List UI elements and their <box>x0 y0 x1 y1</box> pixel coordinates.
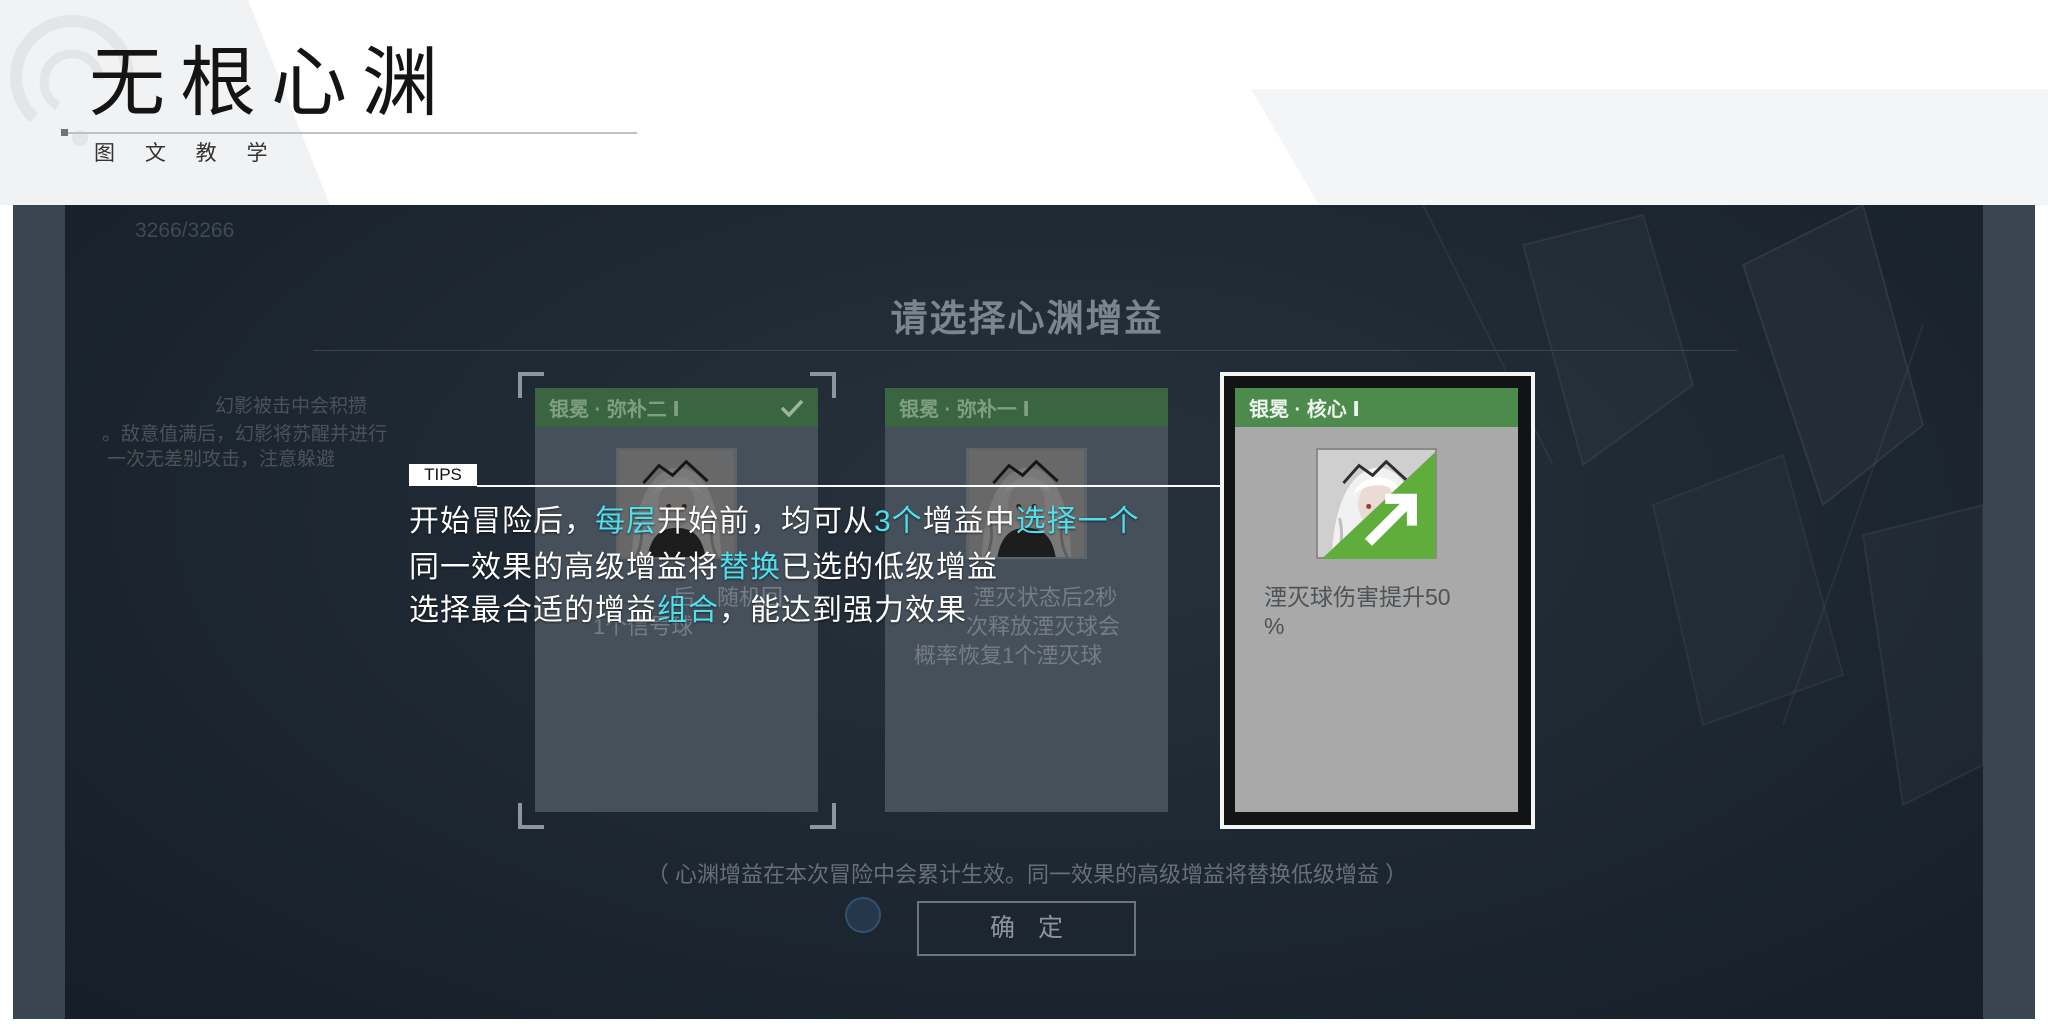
tips-text-segment: 已选的低级增益 <box>781 551 998 584</box>
confirm-button[interactable]: 确 定 <box>917 901 1136 956</box>
description-line: 湮灭球伤害提升50 <box>1264 584 1451 610</box>
buff-card-highlighted[interactable]: 银冕 · 核心 Ⅰ 湮灭球伤害提升50 % <box>1235 388 1518 812</box>
description-line: % <box>1264 613 1285 639</box>
tips-line: 开始冒险后， 每层 开始前，均可从 3个 增益中 选择一个 <box>409 504 1140 540</box>
tips-line: 同一效果的高级增益将 替换 已选的低级增益 <box>409 550 998 586</box>
buff-card-description: 湮灭球伤害提升50 % <box>1264 583 1519 641</box>
ghost-circle-icon <box>845 897 881 933</box>
tips-text-segment: 开始冒险后， <box>409 505 595 538</box>
buff-card-title: 银冕 · 核心 Ⅰ <box>1249 399 1360 421</box>
tips-pointer-line <box>477 485 1220 487</box>
buff-card-header: 银冕 · 弥补二 Ⅰ <box>535 388 818 427</box>
page-title: 无根心渊 <box>89 41 453 126</box>
tips-label: TIPS <box>409 464 477 486</box>
side-hint-line: 。敌意值满后，幻影将苏醒并进行 <box>102 424 388 445</box>
buff-rule-note: （ 心渊增益在本次冒险中会累计生效。同一效果的高级增益将替换低级增益 ） <box>646 862 1408 887</box>
buff-select-title: 请选择心渊增益 <box>890 298 1164 339</box>
tips-text-segment: 替换 <box>719 551 781 584</box>
tips-text-segment: 同一效果的高级增益将 <box>409 551 719 584</box>
buff-card-title: 银冕 · 弥补二 Ⅰ <box>549 399 680 421</box>
title-divider-marker <box>61 129 68 136</box>
tips-line: 选择最合适的增益 组合 ，能达到强力效果 <box>409 593 967 629</box>
hp-readout: 3266/3266 <box>135 219 235 242</box>
page-subtitle: 图 文 教 学 <box>94 142 280 165</box>
description-line: 概率恢复1个湮灭球 <box>914 643 1103 668</box>
tips-text-segment: 每层 <box>595 505 657 538</box>
tips-text-segment: 开始前，均可从 <box>657 505 874 538</box>
buff-card-header: 银冕 · 弥补一 Ⅰ <box>885 388 1168 427</box>
tips-text-segment: ，能达到强力效果 <box>719 594 967 627</box>
upgrade-arrow-icon <box>1321 452 1436 559</box>
tips-text-segment: 选择一个 <box>1015 505 1140 538</box>
title-divider <box>65 132 637 134</box>
check-icon <box>780 398 804 418</box>
tips-text-segment: 3个 <box>874 505 923 538</box>
tips-text-segment: 增益中 <box>922 505 1016 538</box>
description-line: 湮灭状态后2秒 <box>973 585 1118 610</box>
side-hint-line: 幻影被击中会积攒 <box>215 396 368 417</box>
description-line: 次释放湮灭球会 <box>966 614 1121 639</box>
buff-select-divider <box>313 350 1737 351</box>
buff-card-title: 银冕 · 弥补一 Ⅰ <box>899 399 1030 421</box>
portrait-icon <box>1316 448 1437 559</box>
side-hint-line: 一次无差别攻击，注意躲避 <box>107 449 336 470</box>
tips-text-segment: 选择最合适的增益 <box>409 594 657 627</box>
buff-card-header: 银冕 · 核心 Ⅰ <box>1235 388 1518 427</box>
tips-text-segment: 组合 <box>657 594 719 627</box>
